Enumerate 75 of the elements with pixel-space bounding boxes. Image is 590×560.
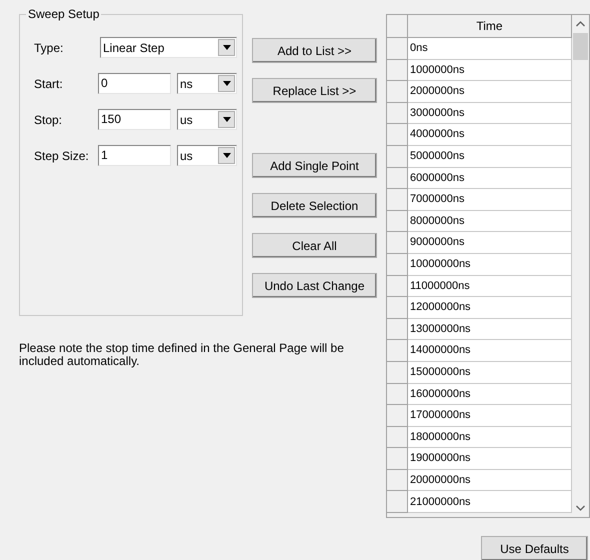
- value-field[interactable]: 150: [98, 109, 171, 130]
- table-cell: 8000000ns: [408, 210, 572, 232]
- table-cell: 9000000ns: [408, 232, 572, 254]
- row-header[interactable]: [387, 254, 408, 276]
- unit-dropdown[interactable]: ns: [177, 73, 237, 94]
- table-cell: 11000000ns: [408, 276, 572, 298]
- row-header[interactable]: [387, 448, 408, 470]
- note-text: Please note the stop time defined in the General Page will be included automatically.: [19, 342, 345, 368]
- dropdown-button[interactable]: [218, 111, 235, 128]
- scroll-up-icon[interactable]: [576, 21, 585, 27]
- caret-down-icon: [222, 81, 230, 86]
- caret-down-icon: [222, 117, 230, 122]
- row-header[interactable]: [387, 318, 408, 340]
- row-header[interactable]: [387, 60, 408, 82]
- field-label: Type:: [33, 40, 64, 56]
- column-header[interactable]: Time: [408, 15, 572, 38]
- row-header[interactable]: [387, 232, 408, 254]
- row-header[interactable]: [387, 81, 408, 103]
- caret-down-icon: [222, 153, 230, 158]
- table-cell: 2000000ns: [408, 81, 572, 103]
- row-header[interactable]: [387, 124, 408, 146]
- row-header[interactable]: [387, 297, 408, 319]
- dropdown-button[interactable]: [218, 75, 235, 92]
- table-cell: 10000000ns: [408, 254, 572, 276]
- row-header[interactable]: [387, 146, 408, 168]
- table-cell: 4000000ns: [408, 124, 572, 146]
- row-header[interactable]: [387, 426, 408, 448]
- field-label: Step Size:: [33, 148, 90, 164]
- row-header[interactable]: [387, 102, 408, 124]
- row-header[interactable]: [387, 189, 408, 211]
- row-header[interactable]: [387, 405, 408, 427]
- table-cell: 1000000ns: [408, 60, 572, 82]
- action-button[interactable]: Delete Selection: [252, 193, 377, 218]
- value-field[interactable]: 0: [98, 73, 171, 94]
- row-header[interactable]: [387, 38, 408, 60]
- table-cell: 17000000ns: [408, 405, 572, 427]
- table-cell: 3000000ns: [408, 102, 572, 124]
- table-cell: 5000000ns: [408, 146, 572, 168]
- table-cell: 6000000ns: [408, 168, 572, 190]
- table-cell: 7000000ns: [408, 189, 572, 211]
- row-header[interactable]: [387, 362, 408, 384]
- table-cell: 20000000ns: [408, 470, 572, 492]
- row-header[interactable]: [387, 210, 408, 232]
- field-label: Start:: [33, 76, 64, 92]
- table-cell: 15000000ns: [408, 362, 572, 384]
- action-button[interactable]: Clear All: [252, 233, 377, 258]
- action-button[interactable]: Add to List >>: [252, 38, 377, 63]
- row-header[interactable]: [387, 491, 408, 514]
- use-defaults-button[interactable]: Use Defaults: [481, 536, 588, 560]
- field-label: Stop:: [33, 112, 64, 128]
- scroll-down-icon[interactable]: [576, 505, 585, 511]
- unit-dropdown[interactable]: us: [177, 145, 237, 166]
- action-button[interactable]: Add Single Point: [252, 153, 377, 178]
- table-cell: 14000000ns: [408, 340, 572, 362]
- dropdown-button[interactable]: [218, 39, 235, 56]
- row-header[interactable]: [387, 340, 408, 362]
- type-dropdown[interactable]: Linear Step: [100, 37, 237, 58]
- action-button[interactable]: Replace List >>: [252, 78, 377, 103]
- scroll-thumb[interactable]: [573, 33, 588, 60]
- caret-down-icon: [222, 45, 230, 50]
- action-button[interactable]: Undo Last Change: [252, 273, 377, 298]
- unit-dropdown[interactable]: us: [177, 109, 237, 130]
- row-header[interactable]: [387, 168, 408, 190]
- value-field[interactable]: 1: [98, 145, 171, 166]
- table-cell: 13000000ns: [408, 318, 572, 340]
- table-cell: 0ns: [408, 38, 572, 60]
- table-cell: 16000000ns: [408, 384, 572, 406]
- table-cell: 12000000ns: [408, 297, 572, 319]
- row-header[interactable]: [387, 470, 408, 492]
- dropdown-button[interactable]: [218, 147, 235, 164]
- table-cell: 19000000ns: [408, 448, 572, 470]
- row-header[interactable]: [387, 276, 408, 298]
- table-cell: 21000000ns: [408, 491, 572, 514]
- row-header[interactable]: [387, 384, 408, 406]
- table-cell: 18000000ns: [408, 426, 572, 448]
